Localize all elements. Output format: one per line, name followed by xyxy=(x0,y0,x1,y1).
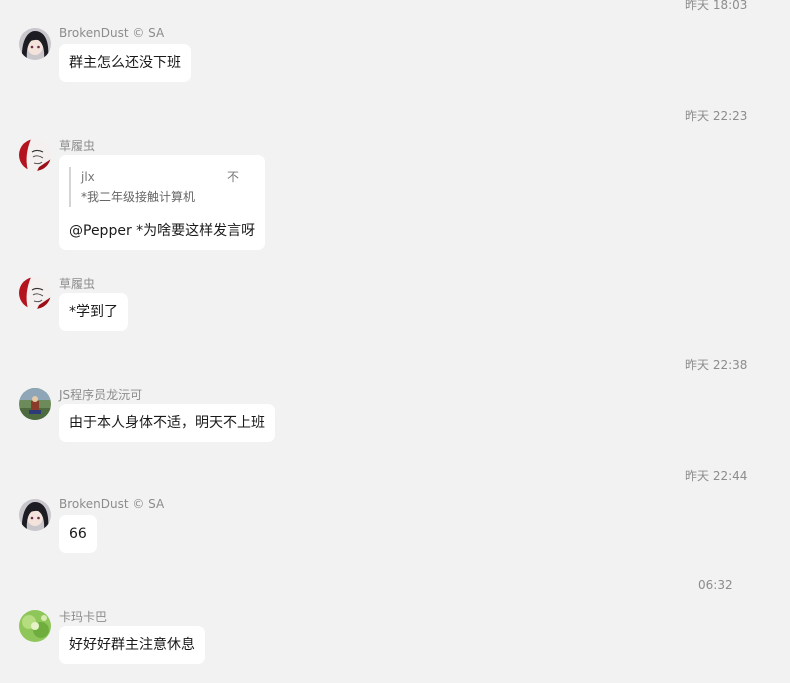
sender-name[interactable]: BrokenDust © SA xyxy=(59,497,164,511)
message-bubble[interactable]: 66 xyxy=(59,515,97,553)
quote-text: *我二年级接触计算机 xyxy=(81,190,196,204)
sender-name[interactable]: 草履虫 xyxy=(59,275,95,292)
message-bubble[interactable]: 好好好群主注意休息 xyxy=(59,626,205,664)
avatar[interactable] xyxy=(19,499,51,531)
timestamp: 06:32 xyxy=(698,578,733,592)
red-white-avatar-icon xyxy=(19,139,51,171)
avatar[interactable] xyxy=(19,28,51,60)
avatar[interactable] xyxy=(19,610,51,642)
avatar[interactable] xyxy=(19,388,51,420)
timestamp: 昨天 22:23 xyxy=(685,109,748,123)
message-bubble[interactable]: 由于本人身体不适，明天不上班 xyxy=(59,404,275,442)
quoted-message[interactable]: jlx 不 *我二年级接触计算机 xyxy=(69,167,239,207)
message-bubble[interactable]: jlx 不 *我二年级接触计算机 @Pepper *为啥要这样发言呀 xyxy=(59,155,266,250)
chat-message-list[interactable]: 昨天 18:03 BrokenDust © SA 群主怎么还没下班 昨天 22:… xyxy=(0,0,790,683)
avatar[interactable] xyxy=(19,139,51,171)
sender-name[interactable]: BrokenDust © SA xyxy=(59,26,164,40)
green-avatar-icon xyxy=(19,610,51,642)
message-bubble[interactable]: *学到了 xyxy=(59,293,128,331)
sender-name[interactable]: JS程序员龙沅可 xyxy=(59,386,142,403)
sender-name[interactable]: 草履虫 xyxy=(59,137,95,154)
timestamp: 昨天 22:38 xyxy=(685,358,748,372)
landscape-avatar-icon xyxy=(19,388,51,420)
dark-hair-avatar-icon xyxy=(19,499,51,531)
timestamp: 昨天 18:03 xyxy=(685,0,748,12)
avatar[interactable] xyxy=(19,277,51,309)
message-text: @Pepper *为啥要这样发言呀 xyxy=(69,223,256,239)
sender-name[interactable]: 卡玛卡巴 xyxy=(59,608,107,625)
quote-extra-text: 不 xyxy=(226,170,239,184)
quote-author: jlx xyxy=(81,170,95,184)
red-white-avatar-icon xyxy=(19,277,51,309)
dark-hair-avatar-icon xyxy=(19,28,51,60)
timestamp: 昨天 22:44 xyxy=(685,469,748,483)
message-bubble[interactable]: 群主怎么还没下班 xyxy=(59,44,191,82)
